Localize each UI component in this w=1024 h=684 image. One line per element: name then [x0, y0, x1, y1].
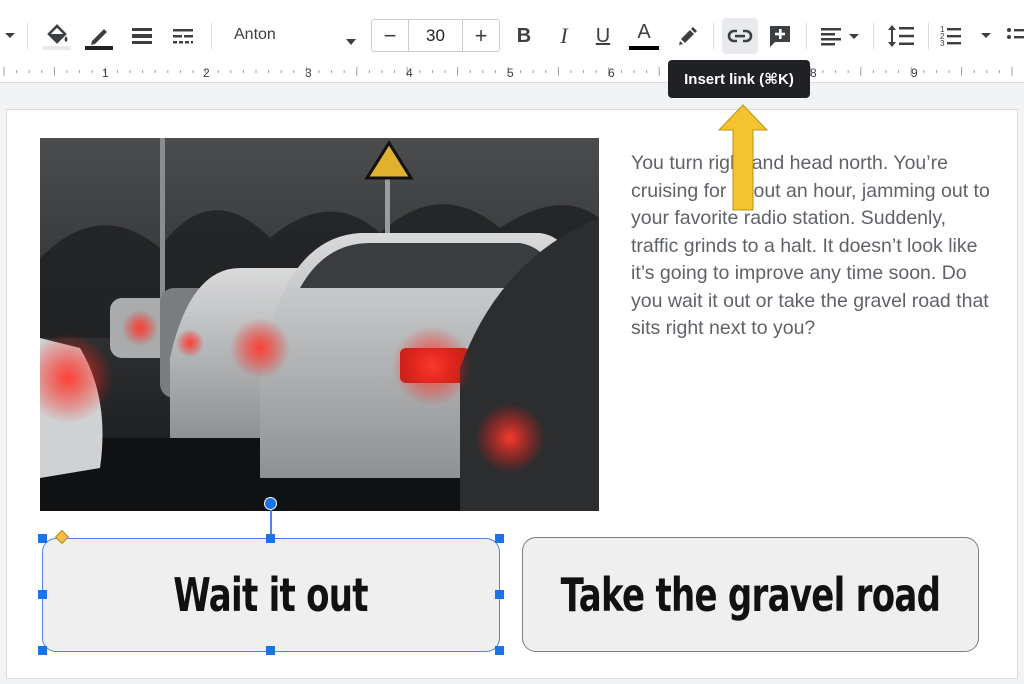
fill-color-icon[interactable]	[40, 19, 74, 53]
resize-handle-w[interactable]	[38, 590, 47, 599]
ruler-number: 4	[406, 66, 413, 80]
insert-link-tooltip: Insert link (⌘K)	[668, 60, 810, 98]
increase-font-size-button[interactable]: +	[462, 20, 499, 51]
choice-take-gravel-road[interactable]: Take the gravel road	[522, 537, 979, 652]
choice-wait-it-out[interactable]: Wait it out	[42, 538, 500, 652]
text-color-swatch	[629, 46, 659, 50]
ruler-number: 2	[203, 66, 210, 80]
ruler-number: 5	[507, 66, 514, 80]
resize-handle-e[interactable]	[495, 590, 504, 599]
more-caret-icon[interactable]	[2, 19, 18, 53]
bold-button[interactable]: B	[508, 19, 540, 53]
ruler-number: 3	[305, 66, 312, 80]
font-dropdown-icon[interactable]	[345, 33, 357, 51]
story-text-box[interactable]: You turn right and head north. You’re cr…	[631, 150, 991, 343]
resize-handle-sw[interactable]	[38, 646, 47, 655]
resize-handle-ne[interactable]	[495, 534, 504, 543]
italic-label: I	[560, 23, 568, 48]
horizontal-ruler[interactable]: 1 2 3 4 5 6 7 8 9	[0, 62, 1024, 83]
font-size-control: − 30 +	[371, 19, 500, 52]
insert-link-button[interactable]	[722, 18, 758, 54]
highlight-pen-icon[interactable]	[671, 19, 703, 53]
border-weight-icon[interactable]	[125, 19, 159, 53]
ruler-number: 1	[102, 66, 109, 80]
italic-button[interactable]: I	[548, 19, 580, 53]
choice-gravel-label: Take the gravel road	[560, 567, 941, 622]
add-comment-icon[interactable]	[764, 19, 796, 53]
choice-wait-label: Wait it out	[173, 568, 369, 622]
traffic-jam-photo[interactable]	[40, 138, 599, 511]
resize-handle-nw[interactable]	[38, 534, 47, 543]
toolbar-divider	[211, 23, 212, 49]
text-color-button[interactable]: A	[627, 19, 661, 53]
formatting-toolbar: Anton − 30 + B I U A 1 2 3	[0, 0, 1024, 63]
ruler-number: 6	[608, 66, 615, 80]
resize-handle-n[interactable]	[266, 534, 275, 543]
arrow-up-icon	[718, 104, 768, 211]
underline-label: U	[595, 24, 611, 47]
border-dash-icon[interactable]	[166, 19, 200, 53]
border-color-icon[interactable]	[82, 19, 116, 53]
toolbar-divider	[713, 23, 714, 49]
decrease-font-size-button[interactable]: −	[372, 20, 409, 51]
font-select[interactable]: Anton	[234, 26, 276, 44]
toolbar-divider	[873, 23, 874, 49]
rotate-handle[interactable]	[264, 497, 277, 510]
ruler-number: 9	[911, 66, 918, 80]
text-color-label: A	[637, 21, 651, 43]
line-spacing-icon[interactable]	[884, 19, 918, 53]
ruler-number: 8	[810, 66, 817, 80]
toolbar-divider	[928, 23, 929, 49]
resize-handle-se[interactable]	[495, 646, 504, 655]
toolbar-divider	[806, 23, 807, 49]
resize-handle-s[interactable]	[266, 646, 275, 655]
underline-button[interactable]: U	[587, 19, 619, 53]
font-size-input[interactable]: 30	[408, 20, 463, 51]
traffic-jam-image	[40, 138, 599, 511]
align-left-icon[interactable]	[817, 19, 863, 53]
toolbar-divider	[27, 23, 28, 49]
svg-text:3: 3	[940, 39, 945, 48]
numbered-list-icon[interactable]: 1 2 3	[938, 19, 998, 53]
bulleted-list-icon[interactable]	[1006, 19, 1024, 53]
bold-label: B	[516, 24, 532, 47]
